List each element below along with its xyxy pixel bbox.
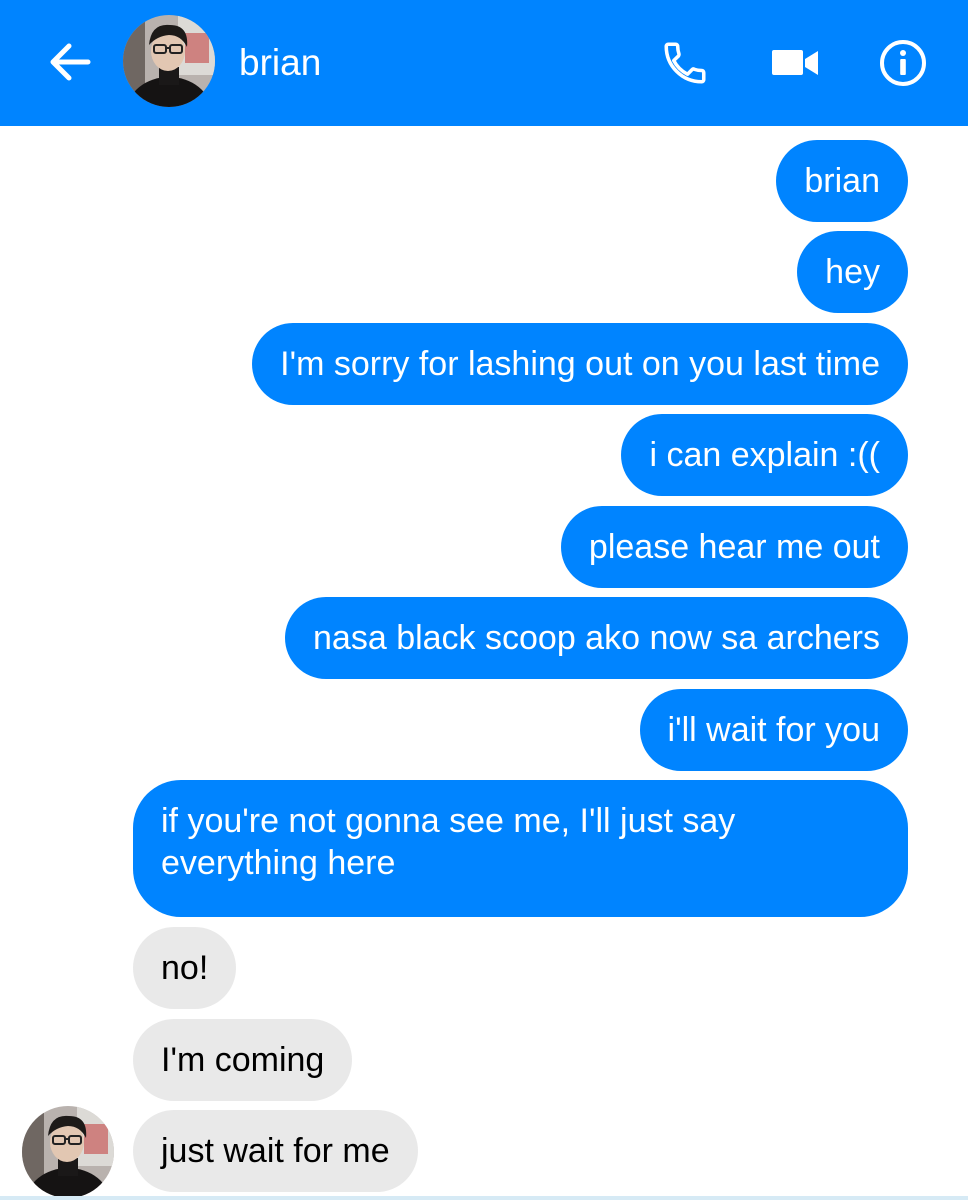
back-button[interactable] [44, 38, 94, 86]
sender-avatar[interactable] [22, 1106, 114, 1198]
contact-avatar[interactable] [123, 15, 215, 107]
message-bubble-outgoing[interactable]: if you're not gonna see me, I'll just sa… [133, 780, 908, 917]
video-camera-icon [772, 50, 818, 75]
contact-name[interactable]: brian [239, 40, 321, 86]
message-bubble-outgoing[interactable]: i'll wait for you [639, 689, 908, 771]
message-bubble-outgoing[interactable]: hey [797, 231, 908, 313]
message-bubble-outgoing[interactable]: please hear me out [560, 506, 908, 588]
message-bubble-incoming[interactable]: I'm coming [133, 1019, 353, 1101]
phone-icon [664, 42, 706, 84]
message-bubble-outgoing[interactable]: nasa black scoop ako now sa archers [285, 597, 908, 679]
info-icon [880, 40, 926, 86]
message-bubble-outgoing[interactable]: I'm sorry for lashing out on you last ti… [252, 323, 908, 405]
message-bubble-outgoing[interactable]: i can explain :(( [621, 414, 908, 496]
call-button[interactable] [660, 38, 710, 88]
chat-header: brian [0, 0, 968, 126]
message-bubble-outgoing[interactable]: brian [776, 140, 908, 222]
video-call-button[interactable] [770, 38, 820, 88]
info-button[interactable] [878, 38, 928, 88]
avatar-photo [123, 15, 215, 107]
divider [0, 1196, 968, 1200]
avatar-photo [22, 1106, 114, 1198]
arrow-left-icon [50, 43, 91, 81]
message-bubble-incoming[interactable]: just wait for me [133, 1110, 418, 1192]
message-bubble-incoming[interactable]: no! [133, 927, 237, 1009]
